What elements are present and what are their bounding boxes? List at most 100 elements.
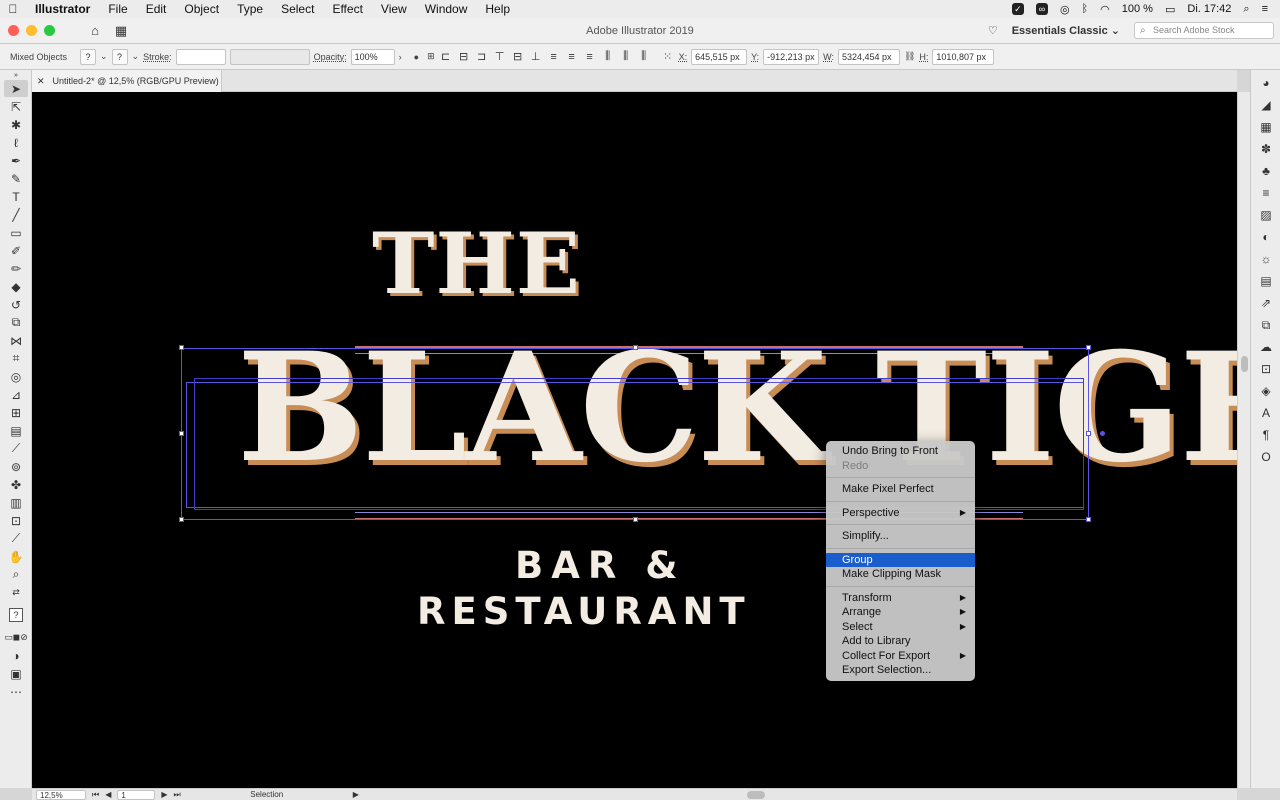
transparency-panel-icon[interactable]: ◐: [1255, 228, 1277, 246]
document-tab[interactable]: ✕ Untitled-2* @ 12,5% (RGB/GPU Preview): [32, 70, 222, 92]
distribute-right-icon[interactable]: ⫼: [637, 50, 651, 64]
menu-item-simplify[interactable]: Simplify...: [826, 529, 975, 544]
align-right-icon[interactable]: ⊐: [475, 50, 489, 64]
swatches-panel-icon[interactable]: ▦: [1255, 118, 1277, 136]
menu-item-select[interactable]: Select ▶: [826, 620, 975, 635]
shape-builder-tool-icon[interactable]: ◎: [4, 368, 28, 385]
color-mode-icons[interactable]: ▭◼⊘: [4, 629, 28, 646]
menu-type[interactable]: Type: [228, 2, 272, 16]
type-tool-icon[interactable]: T: [4, 188, 28, 205]
rotate-tool-icon[interactable]: ↺: [4, 296, 28, 313]
gradient-tool-icon[interactable]: ▤: [4, 422, 28, 439]
transform-reference-icon[interactable]: ⁙: [661, 50, 675, 64]
menu-item-add-to-library[interactable]: Add to Library: [826, 634, 975, 649]
first-artboard-icon[interactable]: ⏮: [92, 790, 99, 800]
stroke-swatch[interactable]: ?: [111, 48, 128, 65]
paragraph-panel-icon[interactable]: ¶: [1255, 426, 1277, 444]
spotlight-search-icon[interactable]: ⌕: [1243, 3, 1249, 16]
line-tool-icon[interactable]: ╱: [4, 206, 28, 223]
handle-bottom-right[interactable]: [1086, 517, 1091, 522]
clock[interactable]: Di. 17:42: [1187, 3, 1231, 15]
eraser-tool-icon[interactable]: ◆: [4, 278, 28, 295]
menu-item-make-clipping-mask[interactable]: Make Clipping Mask: [826, 567, 975, 582]
close-window-button[interactable]: [8, 25, 19, 36]
status-menu-arrow-icon[interactable]: ▶: [353, 790, 359, 799]
mesh-tool-icon[interactable]: ⊞: [4, 404, 28, 421]
artwork-the-text[interactable]: THE: [372, 214, 581, 313]
sync-icon[interactable]: ◎: [1060, 3, 1070, 16]
graphic-styles-panel-icon[interactable]: ▤: [1255, 272, 1277, 290]
color-guide-icon[interactable]: ◢: [1255, 96, 1277, 114]
battery-percent[interactable]: 100 %: [1122, 3, 1153, 15]
w-field[interactable]: 5324,454 px: [837, 48, 900, 65]
horizontal-scroll-thumb[interactable]: [747, 791, 765, 799]
brushes-panel-icon[interactable]: ✽: [1255, 140, 1277, 158]
menu-effect[interactable]: Effect: [323, 2, 371, 16]
screen-mode-icon[interactable]: ▣: [4, 665, 28, 682]
chevron-right-icon[interactable]: ›: [399, 52, 402, 62]
fill-stroke-swatches[interactable]: ?: [4, 602, 28, 628]
menu-item-collect-for-export[interactable]: Collect For Export ▶: [826, 649, 975, 664]
align-top-icon[interactable]: ⊤: [493, 50, 507, 64]
handle-top-right[interactable]: [1086, 345, 1091, 350]
zoom-window-button[interactable]: [44, 25, 55, 36]
x-field[interactable]: 645,515 px: [691, 48, 748, 65]
rectangle-tool-icon[interactable]: ▭: [4, 224, 28, 241]
menu-item-group[interactable]: Group: [826, 552, 975, 567]
distribute-left-icon[interactable]: ⫼: [601, 50, 615, 64]
adobe-stock-search-input[interactable]: ⌕ Search Adobe Stock: [1134, 22, 1274, 39]
perspective-grid-tool-icon[interactable]: ⊿: [4, 386, 28, 403]
chevron-down-icon[interactable]: ⌄: [100, 51, 108, 62]
align-center-icon[interactable]: ⊟: [457, 50, 471, 64]
handle-bottom-left[interactable]: [179, 517, 184, 522]
y-label[interactable]: Y:: [751, 52, 759, 62]
menu-item-perspective[interactable]: Perspective ▶: [826, 506, 975, 521]
fill-unknown-swatch[interactable]: ?: [9, 608, 23, 622]
distribute-bottom-icon[interactable]: ≡: [583, 50, 597, 64]
symbols-panel-icon[interactable]: ♣: [1255, 162, 1277, 180]
pen-tool-icon[interactable]: ✒: [4, 152, 28, 169]
menu-item-export-selection[interactable]: Export Selection...: [826, 663, 975, 678]
hand-tool-icon[interactable]: ✋: [4, 548, 28, 565]
menu-file[interactable]: File: [99, 2, 136, 16]
menu-app-name[interactable]: Illustrator: [26, 2, 99, 16]
draw-mode-icon[interactable]: ◑: [4, 647, 28, 664]
menu-item-make-pixel-perfect[interactable]: Make Pixel Perfect: [826, 482, 975, 497]
menu-select[interactable]: Select: [272, 2, 323, 16]
direct-selection-tool-icon[interactable]: ⇱: [4, 98, 28, 115]
links-panel-icon[interactable]: ⊡: [1255, 360, 1277, 378]
align-bottom-icon[interactable]: ⊥: [529, 50, 543, 64]
opentype-panel-icon[interactable]: O: [1255, 448, 1277, 466]
creative-cloud-icon[interactable]: ∞: [1035, 3, 1048, 15]
eyedropper-tool-icon[interactable]: ⟋: [4, 440, 28, 457]
recolor-icon[interactable]: ●: [414, 52, 419, 62]
x-label[interactable]: X:: [679, 52, 688, 62]
menu-help[interactable]: Help: [476, 2, 519, 16]
menu-view[interactable]: View: [372, 2, 416, 16]
free-transform-tool-icon[interactable]: ⌗: [4, 350, 28, 367]
swap-fill-stroke-icon[interactable]: ⇄: [4, 584, 28, 601]
align-to-icon[interactable]: ⊞: [427, 51, 435, 62]
fill-swatch[interactable]: ?: [80, 48, 96, 65]
artwork-restaurant-text[interactable]: RESTAURANT: [417, 590, 751, 633]
color-panel-icon[interactable]: ◕: [1255, 74, 1277, 92]
close-tab-icon[interactable]: ✕: [37, 76, 45, 87]
lasso-tool-icon[interactable]: ℓ: [4, 134, 28, 151]
blend-tool-icon[interactable]: ⊚: [4, 458, 28, 475]
menu-item-transform[interactable]: Transform ▶: [826, 591, 975, 606]
zoom-level-field[interactable]: 12,5%: [36, 789, 86, 800]
paintbrush-tool-icon[interactable]: ✐: [4, 242, 28, 259]
h-label[interactable]: H:: [919, 52, 928, 62]
artboard-canvas[interactable]: THE BLACK TIGER BAR & RESTAURANT: [32, 92, 1237, 788]
vertical-scroll-thumb[interactable]: [1241, 356, 1248, 372]
layers-panel-icon[interactable]: ◈: [1255, 382, 1277, 400]
menu-window[interactable]: Window: [416, 2, 477, 16]
lightbulb-icon[interactable]: ♡: [988, 24, 998, 37]
character-panel-icon[interactable]: A: [1255, 404, 1277, 422]
libraries-panel-icon[interactable]: ☁: [1255, 338, 1277, 356]
handle-top-middle[interactable]: [633, 345, 638, 350]
distribute-center-icon[interactable]: ⫼: [619, 50, 633, 64]
stroke-weight-field[interactable]: [175, 48, 226, 65]
stroke-panel-icon[interactable]: ≡: [1255, 184, 1277, 202]
slice-tool-icon[interactable]: ⟋: [4, 530, 28, 547]
